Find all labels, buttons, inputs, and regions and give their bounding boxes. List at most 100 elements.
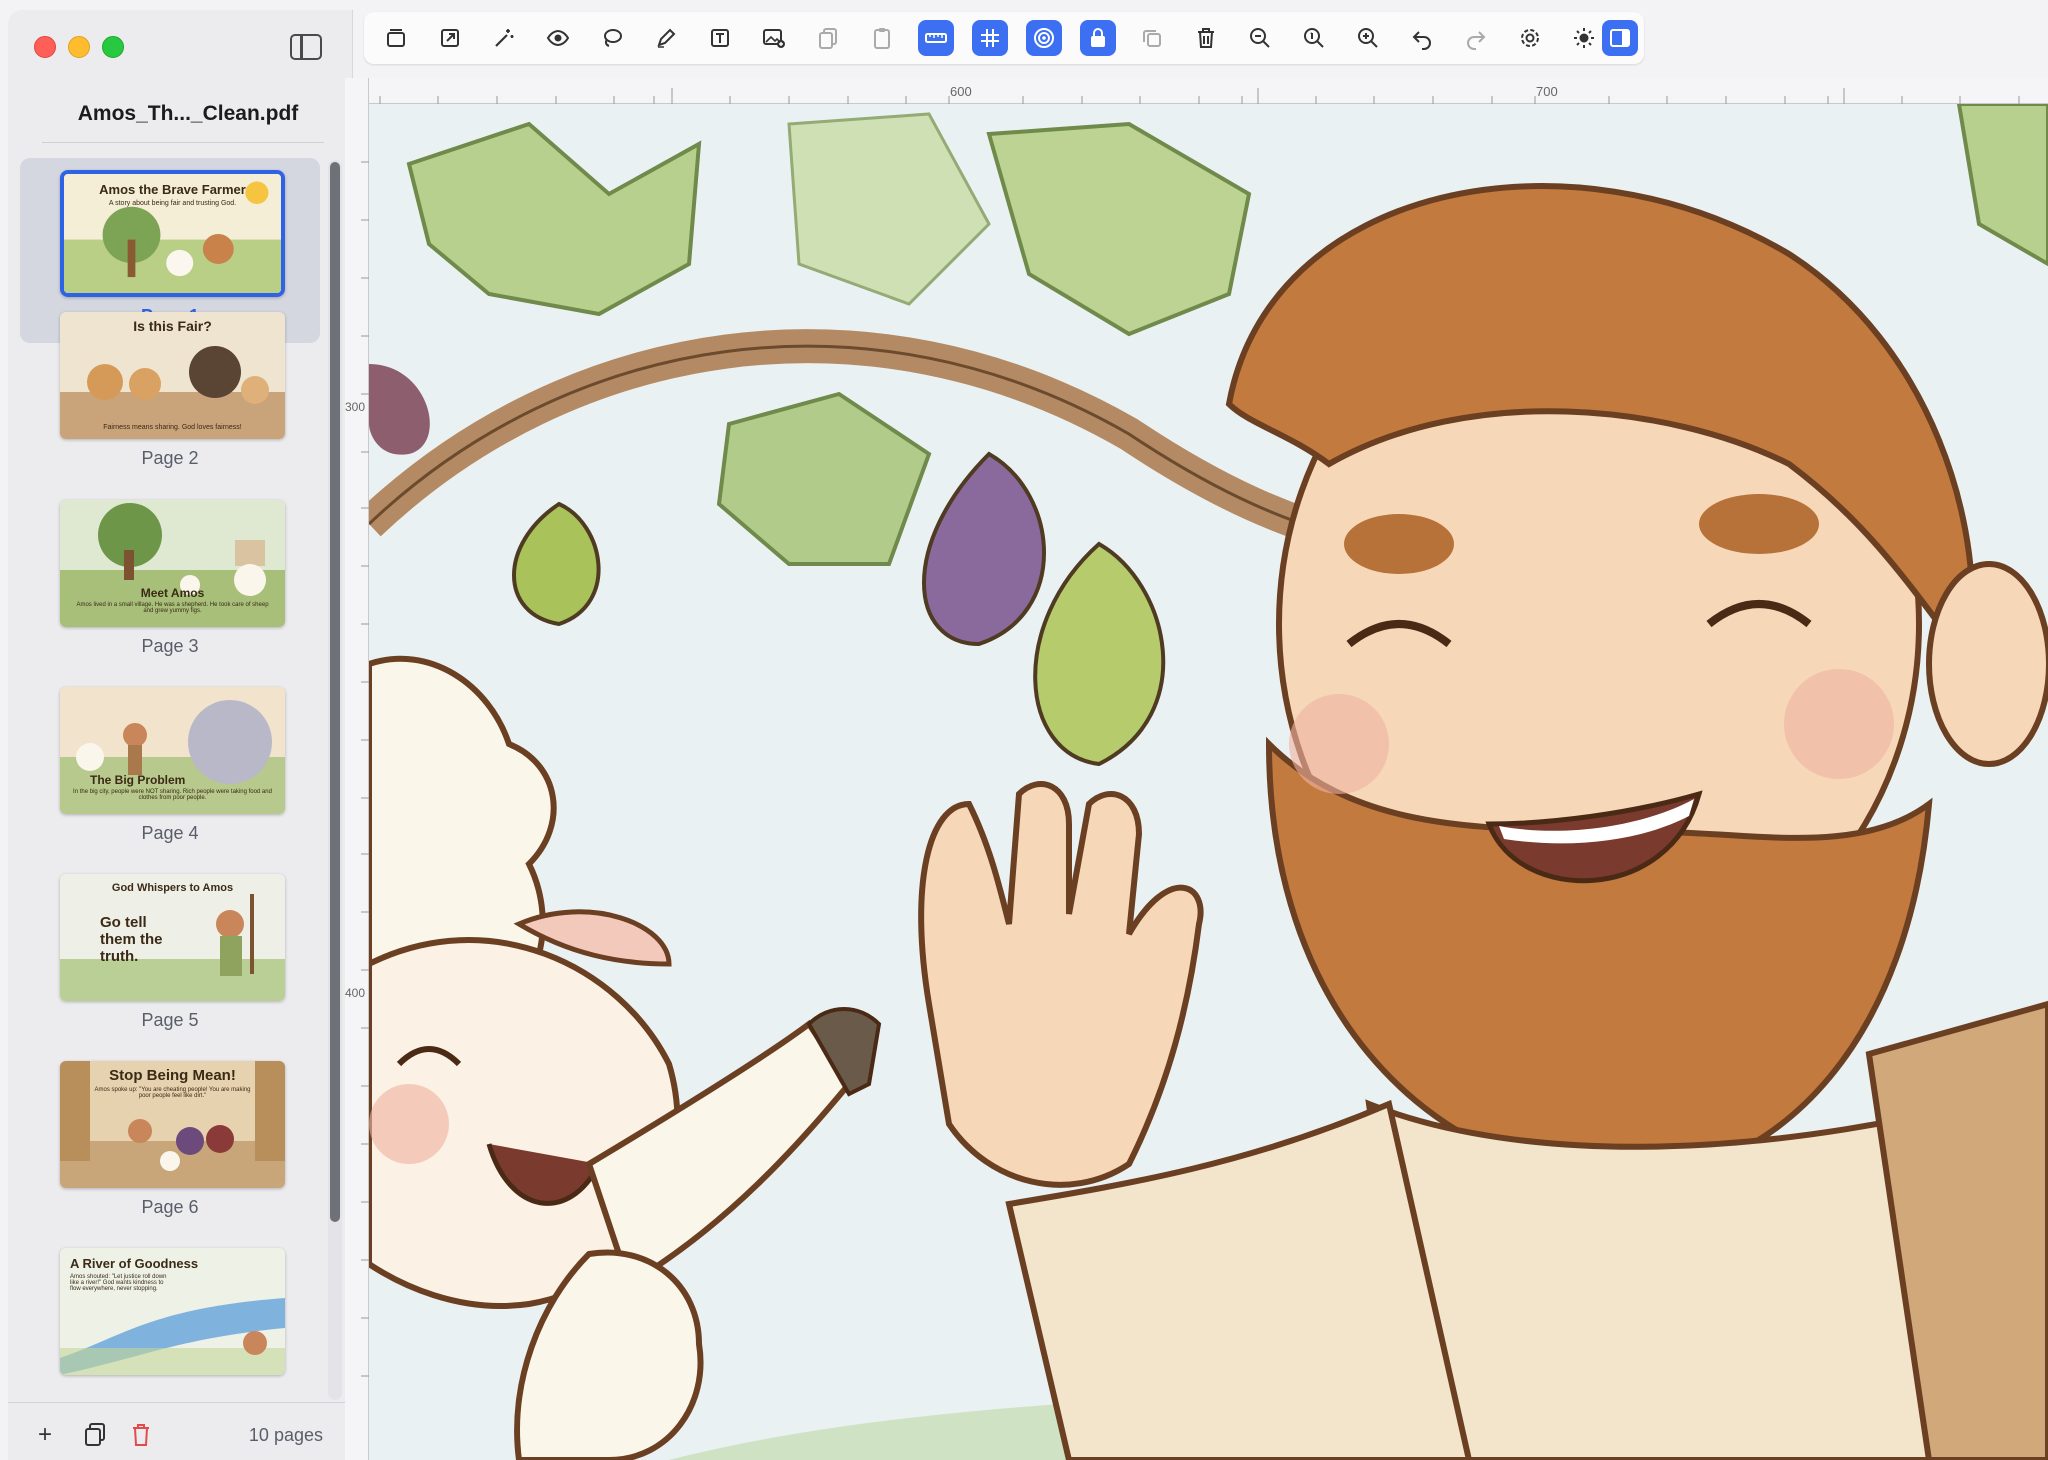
page-thumbnail-3[interactable]: Meet Amos Amos lived in a small village.…: [20, 488, 320, 673]
page-thumbnail-5[interactable]: God Whispers to Amos Go tell them the tr…: [20, 862, 320, 1047]
page-thumbnail-2[interactable]: Is this Fair? Fairness means sharing. Go…: [20, 300, 320, 485]
page-label: Page 6: [141, 1197, 199, 1217]
ruler-label: 600: [950, 84, 972, 99]
scrollbar-thumb[interactable]: [330, 162, 340, 1222]
sidebar-toggle-icon[interactable]: [290, 34, 322, 60]
thumb-title: Meet Amos: [140, 586, 205, 600]
paste-button[interactable]: [864, 20, 900, 56]
undo-button[interactable]: [1404, 20, 1440, 56]
pen-button[interactable]: [648, 20, 684, 56]
lasso-icon: [604, 29, 622, 47]
duplicate-button[interactable]: [1134, 20, 1170, 56]
divider: [42, 142, 324, 143]
zoom-in-button[interactable]: [1350, 20, 1386, 56]
magic-wand-button[interactable]: [486, 20, 522, 56]
page-label: Page 3: [141, 636, 199, 656]
minimize-window-button[interactable]: [68, 36, 90, 58]
zoom-window-button[interactable]: [102, 36, 124, 58]
copy-button[interactable]: [810, 20, 846, 56]
add-image-button[interactable]: [756, 20, 792, 56]
redo-button[interactable]: [1458, 20, 1494, 56]
app-window: Amos_Th..._Clean.pdf Amos the Brave Farm…: [0, 0, 2048, 1460]
duplicate-icon: [1143, 30, 1161, 47]
thumb-title: Stop Being Mean!: [109, 1067, 236, 1084]
add-image-icon: [763, 29, 785, 48]
delete-button[interactable]: [1188, 20, 1224, 56]
eye-icon: [546, 29, 570, 47]
ruler-icon: [925, 33, 947, 43]
brightness-icon: [1574, 28, 1594, 48]
text-icon: [711, 29, 729, 47]
brightness-button[interactable]: [1566, 20, 1602, 56]
page-thumbnail-image: Is this Fair? Fairness means sharing. Go…: [60, 312, 285, 439]
ruler-label: 300: [345, 400, 366, 414]
paste-icon: [874, 28, 890, 49]
thumb-title: Amos the Brave Farmer: [99, 182, 246, 197]
sidebar: Amos_Th..._Clean.pdf Amos the Brave Farm…: [8, 10, 353, 1460]
trash-icon: [1198, 28, 1214, 48]
page-thumbnail-image: Stop Being Mean! Amos spoke up: "You are…: [60, 1061, 285, 1188]
toolbar: [364, 12, 1644, 64]
zoom-out-button[interactable]: [1242, 20, 1278, 56]
sidebar-footer: + 10 pages: [8, 1402, 353, 1460]
page-illustration: [369, 104, 2048, 1460]
settings-button[interactable]: [1512, 20, 1548, 56]
export-button[interactable]: [432, 20, 468, 56]
grid-button[interactable]: [972, 20, 1008, 56]
thumb-subtitle: Amos spoke up: "You are cheating people!…: [94, 1087, 251, 1099]
page-thumbnail-7[interactable]: A River of Goodness Amos shouted: "Let j…: [20, 1236, 320, 1398]
page-thumbnail-image: A River of Goodness Amos shouted: "Let j…: [60, 1248, 285, 1375]
page-thumbnail-image: Amos the Brave Farmer A story about bein…: [60, 170, 285, 297]
thumb-subtitle: Go tell them the truth.: [100, 914, 163, 965]
zoom-out-icon: [1250, 28, 1270, 48]
layers-button[interactable]: [378, 20, 414, 56]
delete-page-button[interactable]: [130, 1423, 152, 1454]
magic-wand-icon: [495, 29, 514, 47]
close-window-button[interactable]: [34, 36, 56, 58]
inspector-button[interactable]: [1602, 20, 1638, 56]
page-thumbnail-image: The Big Problem In the big city, people …: [60, 687, 285, 814]
export-icon: [441, 29, 459, 47]
preview-button[interactable]: [540, 20, 576, 56]
page-thumbnail-image: Meet Amos Amos lived in a small village.…: [60, 500, 285, 627]
grid-icon: [981, 29, 999, 47]
thumb-subtitle: Fairness means sharing. God loves fairne…: [103, 424, 242, 431]
thumb-title: Is this Fair?: [133, 318, 212, 334]
copy-icon: [819, 28, 837, 49]
lasso-button[interactable]: [594, 20, 630, 56]
lock-button[interactable]: [1080, 20, 1116, 56]
ruler-label: 700: [1536, 84, 1558, 99]
add-page-button[interactable]: +: [38, 1421, 52, 1449]
page-thumbnail-image: God Whispers to Amos Go tell them the tr…: [60, 874, 285, 1001]
inspector-icon: [1610, 29, 1630, 47]
page-thumbnail-list[interactable]: Amos the Brave Farmer A story about bein…: [20, 158, 340, 1398]
undo-icon: [1412, 31, 1431, 50]
trash-icon: [133, 1424, 149, 1446]
ruler-label: 400: [345, 986, 366, 1000]
thumb-subtitle: Amos shouted: "Let justice roll down lik…: [70, 1274, 167, 1292]
document-title: Amos_Th..._Clean.pdf: [77, 102, 299, 125]
zoom-in-icon: [1358, 28, 1378, 48]
redo-icon: [1467, 31, 1486, 50]
page-thumbnail-4[interactable]: The Big Problem In the big city, people …: [20, 675, 320, 860]
zoom-actual-icon: [1304, 28, 1324, 48]
page-label: Page 5: [141, 1010, 199, 1030]
layers-icon: [387, 29, 405, 47]
text-button[interactable]: [702, 20, 738, 56]
zoom-actual-button[interactable]: [1296, 20, 1332, 56]
page-label: Page 2: [141, 448, 199, 468]
thumb-subtitle: A story about being fair and trusting Go…: [108, 200, 237, 207]
page-count: 10 pages: [248, 1425, 323, 1445]
thumbnail-scrollbar[interactable]: [328, 160, 342, 1400]
thumb-subtitle: In the big city, people were NOT sharing…: [73, 789, 272, 801]
settings-icon: [1521, 29, 1539, 47]
duplicate-page-button[interactable]: [84, 1423, 106, 1454]
thumb-title: God Whispers to Amos: [111, 882, 234, 894]
page-label: Page 4: [141, 823, 199, 843]
ruler-button[interactable]: [918, 20, 954, 56]
lock-icon: [1091, 28, 1105, 47]
target-button[interactable]: [1026, 20, 1062, 56]
document-canvas[interactable]: [369, 104, 2048, 1460]
page-thumbnail-6[interactable]: Stop Being Mean! Amos spoke up: "You are…: [20, 1049, 320, 1234]
pen-icon: [657, 28, 676, 48]
